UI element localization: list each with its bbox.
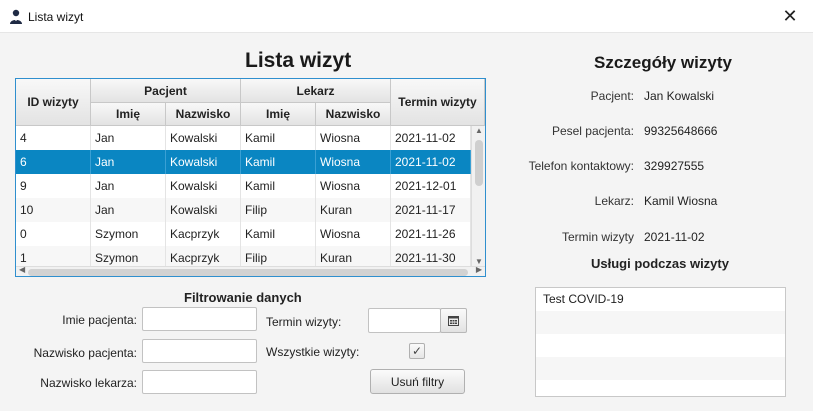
all-visits-checkbox[interactable]: ✓ bbox=[409, 343, 425, 359]
table-row[interactable]: 6 Jan Kowalski Kamil Wiosna 2021-11-02 bbox=[16, 150, 471, 174]
calendar-button[interactable] bbox=[440, 308, 467, 333]
table-cell: Jan bbox=[91, 198, 166, 222]
horizontal-scroll-thumb[interactable] bbox=[28, 269, 468, 276]
clear-filters-button[interactable]: Usuń filtry bbox=[370, 369, 465, 394]
scroll-right-icon[interactable]: ▶ bbox=[476, 265, 482, 274]
vertical-scroll-thumb[interactable] bbox=[475, 140, 483, 186]
table-row[interactable]: 0 Szymon Kacprzyk Kamil Wiosna 2021-11-26 bbox=[16, 222, 471, 246]
patient-last-name-input[interactable] bbox=[142, 339, 257, 363]
window-title: Lista wizyt bbox=[28, 10, 84, 24]
checkmark-icon: ✓ bbox=[411, 344, 423, 358]
table-cell: Wiosna bbox=[316, 174, 391, 198]
list-item[interactable]: Test COVID-19 bbox=[536, 288, 785, 311]
detail-date-value: 2021-11-02 bbox=[644, 230, 705, 244]
table-cell: 0 bbox=[16, 222, 91, 246]
table-cell: Jan bbox=[91, 174, 166, 198]
table-cell: 2021-11-17 bbox=[391, 198, 471, 222]
detail-doctor-value: Kamil Wiosna bbox=[644, 194, 718, 208]
table-cell: 2021-11-26 bbox=[391, 222, 471, 246]
detail-patient-label: Pacjent: bbox=[590, 89, 634, 103]
detail-date-label: Termin wizyty bbox=[561, 230, 634, 244]
details-title: Szczegóły wizyty bbox=[594, 53, 732, 72]
table-cell: 2021-12-01 bbox=[391, 174, 471, 198]
table-cell: 6 bbox=[16, 150, 91, 174]
detail-pesel-label: Pesel pacjenta: bbox=[551, 124, 634, 138]
detail-phone-value: 329927555 bbox=[644, 159, 705, 173]
table-cell: 2021-11-02 bbox=[391, 126, 471, 150]
doctor-last-name-label: Nazwisko lekarza: bbox=[40, 376, 137, 390]
column-header-patient-last-name[interactable]: Nazwisko bbox=[166, 103, 241, 126]
table-cell: Jan bbox=[91, 126, 166, 150]
table-cell: Kamil bbox=[241, 150, 316, 174]
column-header-doctor-first-name[interactable]: Imię bbox=[241, 103, 316, 126]
table-row[interactable]: 10 Jan Kowalski Filip Kuran 2021-11-17 bbox=[16, 198, 471, 222]
visits-table[interactable]: ID wizyty Pacjent Lekarz Termin wizyty I… bbox=[15, 78, 486, 277]
table-cell: 2021-11-02 bbox=[391, 150, 471, 174]
detail-phone-label: Telefon kontaktowy: bbox=[528, 159, 634, 173]
list-item[interactable] bbox=[536, 380, 785, 403]
table-row[interactable]: 4 Jan Kowalski Kamil Wiosna 2021-11-02 bbox=[16, 126, 471, 150]
detail-pesel-value: 99325648666 bbox=[644, 124, 718, 138]
table-cell: Kuran bbox=[316, 198, 391, 222]
user-icon bbox=[10, 9, 22, 24]
calendar-icon bbox=[448, 315, 459, 326]
patient-last-name-label: Nazwisko pacjenta: bbox=[33, 346, 137, 360]
filter-title: Filtrowanie danych bbox=[184, 290, 302, 305]
table-cell: Filip bbox=[241, 198, 316, 222]
date-filter-label: Termin wizyty: bbox=[266, 315, 342, 329]
table-cell: Wiosna bbox=[316, 150, 391, 174]
column-header-patient-first-name[interactable]: Imię bbox=[91, 103, 166, 126]
table-cell: 10 bbox=[16, 198, 91, 222]
column-header-date[interactable]: Termin wizyty bbox=[391, 79, 485, 126]
table-cell: Kowalski bbox=[166, 126, 241, 150]
title-bar: Lista wizyt ✕ bbox=[0, 0, 813, 33]
table-cell: Jan bbox=[91, 150, 166, 174]
services-title: Usługi podczas wizyty bbox=[591, 256, 729, 271]
table-cell: Kacprzyk bbox=[166, 222, 241, 246]
detail-doctor-label: Lekarz: bbox=[594, 194, 634, 208]
table-cell: Wiosna bbox=[316, 126, 391, 150]
all-visits-label: Wszystkie wizyty: bbox=[266, 345, 360, 359]
services-list[interactable]: Test COVID-19 bbox=[535, 287, 786, 397]
list-item[interactable] bbox=[536, 311, 785, 334]
horizontal-scrollbar[interactable]: ◀ ▶ bbox=[16, 265, 485, 276]
table-cell: Wiosna bbox=[316, 222, 391, 246]
table-cell: Kowalski bbox=[166, 198, 241, 222]
vertical-scrollbar[interactable]: ▲ ▼ bbox=[471, 126, 485, 266]
detail-patient-value: Jan Kowalski bbox=[644, 89, 715, 103]
scroll-left-icon[interactable]: ◀ bbox=[19, 265, 25, 274]
page-title: Lista wizyt bbox=[245, 49, 352, 72]
table-cell: Kamil bbox=[241, 174, 316, 198]
table-row[interactable]: 9 Jan Kowalski Kamil Wiosna 2021-12-01 bbox=[16, 174, 471, 198]
table-cell: Kowalski bbox=[166, 174, 241, 198]
column-header-id[interactable]: ID wizyty bbox=[16, 79, 91, 126]
column-group-doctor: Lekarz bbox=[241, 79, 391, 103]
table-cell: Szymon bbox=[91, 222, 166, 246]
table-cell: 9 bbox=[16, 174, 91, 198]
table-cell: Kamil bbox=[241, 126, 316, 150]
date-filter-input[interactable] bbox=[368, 308, 441, 333]
list-item[interactable] bbox=[536, 357, 785, 380]
column-group-patient: Pacjent bbox=[91, 79, 241, 103]
doctor-last-name-input[interactable] bbox=[142, 370, 257, 394]
table-cell: 4 bbox=[16, 126, 91, 150]
scroll-up-icon[interactable]: ▲ bbox=[472, 126, 485, 135]
column-header-doctor-last-name[interactable]: Nazwisko bbox=[316, 103, 391, 126]
close-button[interactable]: ✕ bbox=[767, 0, 813, 33]
patient-first-name-label: Imie pacjenta: bbox=[62, 313, 137, 327]
table-cell: Kowalski bbox=[166, 150, 241, 174]
patient-first-name-input[interactable] bbox=[142, 307, 257, 331]
list-item[interactable] bbox=[536, 334, 785, 357]
table-cell: Kamil bbox=[241, 222, 316, 246]
